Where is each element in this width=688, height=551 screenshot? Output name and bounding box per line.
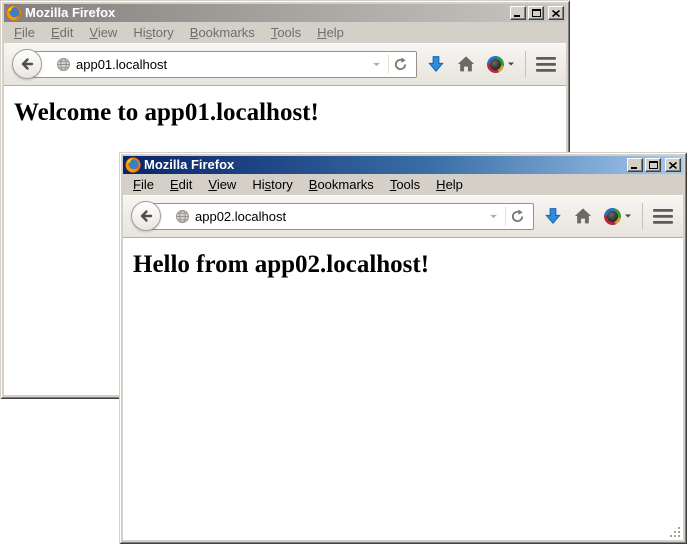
extension-button[interactable] <box>602 206 634 227</box>
minimize-icon <box>514 10 522 17</box>
urlbar-dropdown-icon <box>489 212 498 221</box>
globe-icon <box>56 57 71 72</box>
menu-item-view[interactable]: View <box>200 175 244 195</box>
reload-button[interactable] <box>388 55 412 74</box>
download-button[interactable] <box>425 53 447 75</box>
menu-button[interactable] <box>651 207 675 226</box>
window-title: Mozilla Firefox <box>144 156 624 174</box>
firefox-icon <box>6 5 22 21</box>
back-button[interactable] <box>12 49 42 79</box>
globe-icon <box>175 209 190 224</box>
window-titlebar[interactable]: Mozilla Firefox <box>123 156 683 174</box>
menu-item-tools[interactable]: Tools <box>263 23 309 43</box>
download-icon <box>427 55 445 73</box>
reload-button[interactable] <box>505 207 529 226</box>
hamburger-menu-icon <box>653 209 673 224</box>
firefox-icon <box>125 157 141 173</box>
dropdown-caret-icon <box>624 212 632 220</box>
url-bar[interactable] <box>150 203 534 230</box>
close-button[interactable] <box>665 158 681 172</box>
back-icon <box>138 208 154 224</box>
browser-window-app02: Mozilla Firefox FileEditViewHistoryBookm… <box>119 152 687 544</box>
menu-bar: FileEditViewHistoryBookmarksToolsHelp <box>4 22 566 43</box>
menu-item-tools[interactable]: Tools <box>382 175 428 195</box>
menu-item-history[interactable]: History <box>244 175 300 195</box>
menu-item-history[interactable]: History <box>125 23 181 43</box>
menu-item-edit[interactable]: Edit <box>162 175 200 195</box>
menu-bar: FileEditViewHistoryBookmarksToolsHelp <box>123 174 683 195</box>
url-bar[interactable] <box>31 51 417 78</box>
menu-item-bookmarks[interactable]: Bookmarks <box>301 175 382 195</box>
minimize-button[interactable] <box>510 6 526 20</box>
extension-colors-icon <box>604 208 621 225</box>
extension-colors-icon <box>487 56 504 73</box>
extension-button[interactable] <box>485 54 517 75</box>
toolbar-separator <box>642 203 643 229</box>
home-icon <box>574 207 592 225</box>
close-icon <box>669 162 677 169</box>
back-button[interactable] <box>131 201 161 231</box>
home-button[interactable] <box>572 205 594 227</box>
url-input[interactable] <box>195 209 482 224</box>
urlbar-dropdown-icon <box>372 60 381 69</box>
menu-button[interactable] <box>534 55 558 74</box>
page-heading: Hello from app02.localhost! <box>133 251 673 279</box>
urlbar-history-dropdown[interactable] <box>370 60 383 69</box>
window-controls <box>510 6 564 20</box>
toolbar-separator <box>525 51 526 77</box>
resize-grip-icon[interactable] <box>668 525 681 538</box>
reload-icon <box>393 57 408 72</box>
download-button[interactable] <box>542 205 564 227</box>
home-icon <box>457 55 475 73</box>
window-title: Mozilla Firefox <box>25 4 507 22</box>
window-titlebar[interactable]: Mozilla Firefox <box>4 4 566 22</box>
download-icon <box>544 207 562 225</box>
menu-item-view[interactable]: View <box>81 23 125 43</box>
close-button[interactable] <box>548 6 564 20</box>
back-icon <box>19 56 35 72</box>
hamburger-menu-icon <box>536 57 556 72</box>
minimize-icon <box>631 162 639 169</box>
close-icon <box>552 10 560 17</box>
page-heading: Welcome to app01.localhost! <box>14 99 556 127</box>
menu-item-file[interactable]: File <box>6 23 43 43</box>
menu-item-bookmarks[interactable]: Bookmarks <box>182 23 263 43</box>
menu-item-help[interactable]: Help <box>428 175 471 195</box>
menu-item-edit[interactable]: Edit <box>43 23 81 43</box>
urlbar-history-dropdown[interactable] <box>487 212 500 221</box>
navigation-toolbar <box>4 43 566 86</box>
minimize-button[interactable] <box>627 158 643 172</box>
reload-icon <box>510 209 525 224</box>
maximize-icon <box>649 161 658 169</box>
menu-item-file[interactable]: File <box>125 175 162 195</box>
home-button[interactable] <box>455 53 477 75</box>
maximize-button[interactable] <box>645 158 661 172</box>
maximize-icon <box>532 9 541 17</box>
window-controls <box>627 158 681 172</box>
maximize-button[interactable] <box>528 6 544 20</box>
url-input[interactable] <box>76 57 365 72</box>
dropdown-caret-icon <box>507 60 515 68</box>
navigation-toolbar <box>123 195 683 238</box>
page-content: Hello from app02.localhost! <box>123 238 683 540</box>
menu-item-help[interactable]: Help <box>309 23 352 43</box>
